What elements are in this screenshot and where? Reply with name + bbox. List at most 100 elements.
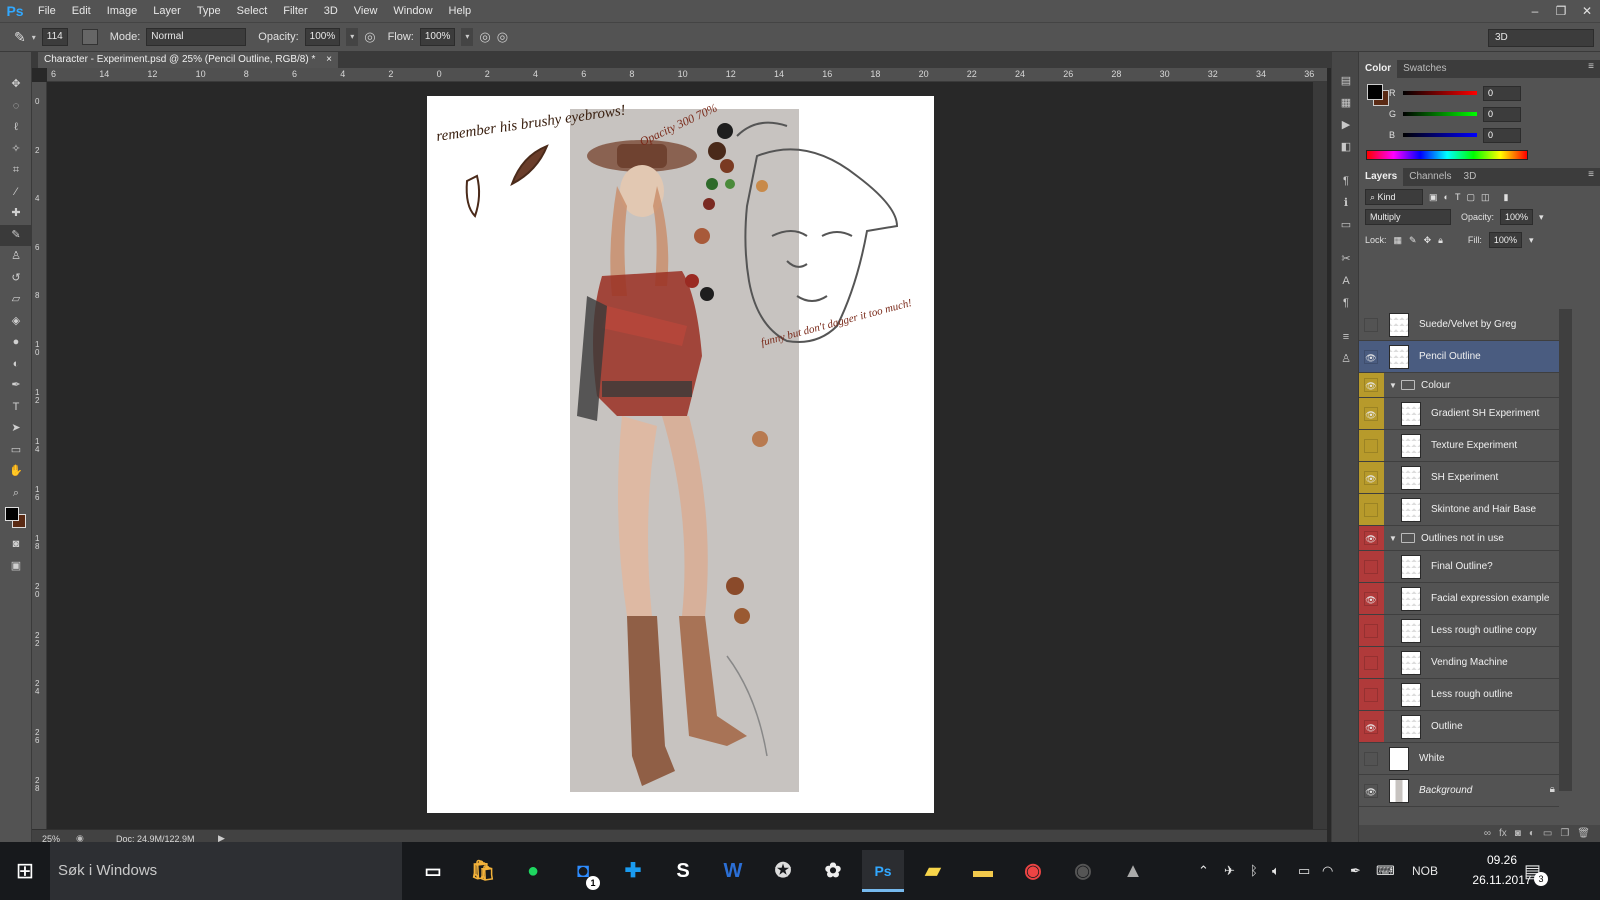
skype-icon[interactable]: S <box>662 850 704 892</box>
pressure-opacity-icon[interactable]: ◎ <box>364 29 375 45</box>
menu-view[interactable]: View <box>346 5 386 17</box>
layer-thumbnail[interactable] <box>1401 434 1421 458</box>
close-button[interactable]: ✕ <box>1574 0 1600 22</box>
lock-transparent-icon[interactable]: ▦ <box>1394 235 1403 246</box>
document-tab[interactable]: Character - Experiment.psd @ 25% (Pencil… <box>38 52 338 68</box>
canvas-vertical-scrollbar[interactable] <box>1313 82 1327 837</box>
layer-thumbnail[interactable] <box>1401 402 1421 426</box>
layer-row[interactable]: 👁︎ Texture Experiment <box>1359 430 1559 462</box>
layer-name[interactable]: Outline <box>1431 711 1463 743</box>
shape-tool-icon[interactable]: ▭ <box>0 440 32 462</box>
layer-thumbnail[interactable] <box>1389 345 1409 369</box>
brush-preset-picker[interactable]: ▾ <box>32 33 36 42</box>
zoom-tool-icon[interactable]: ⌕ <box>0 483 32 505</box>
layer-group-row[interactable]: 👁︎ ▼ Outlines not in use <box>1359 526 1559 551</box>
marquee-tool-icon[interactable]: ◌ <box>0 96 32 118</box>
layer-visibility-eye-icon[interactable]: 👁︎ <box>1364 655 1378 670</box>
photos-icon[interactable]: ▲ <box>1112 850 1154 892</box>
layer-visibility-eye-icon[interactable]: 👁︎ <box>1364 559 1378 574</box>
document-tab-close[interactable]: × <box>326 54 332 65</box>
layer-thumbnail[interactable] <box>1401 555 1421 579</box>
task-view-icon[interactable]: ▭ <box>412 850 454 892</box>
layer-name[interactable]: Skintone and Hair Base <box>1431 494 1536 526</box>
layer-thumbnail[interactable] <box>1401 466 1421 490</box>
green-value[interactable]: 0 <box>1483 106 1521 122</box>
layer-kind-filter[interactable]: ⌕ Kind <box>1365 189 1423 205</box>
clone-source-icon[interactable]: ♙ <box>1332 348 1360 370</box>
flow-field[interactable]: 100% <box>419 28 456 46</box>
properties-panel-icon[interactable]: ▦ <box>1332 92 1360 114</box>
type-filter-icon[interactable]: T <box>1455 192 1461 202</box>
layer-thumbnail[interactable] <box>1389 747 1409 771</box>
menu-select[interactable]: Select <box>229 5 276 17</box>
layer-row[interactable]: 👁︎ Vending Machine <box>1359 647 1559 679</box>
windows-start-icon[interactable]: ⊞ <box>0 842 50 900</box>
layer-name[interactable]: Facial expression example <box>1431 583 1549 615</box>
lock-image-icon[interactable]: ✎ <box>1409 235 1417 246</box>
layer-visibility-eye-icon[interactable]: 👁︎ <box>1364 502 1378 517</box>
tab-color[interactable]: Color <box>1359 60 1398 78</box>
layer-row[interactable]: 👁︎ Background 🔒︎ <box>1359 775 1559 807</box>
messenger-icon[interactable]: ◘ 1 <box>562 850 604 892</box>
layer-visibility-eye-icon[interactable]: 👁︎ <box>1364 531 1378 545</box>
lock-all-icon[interactable]: 🔒︎ <box>1438 235 1443 246</box>
path-select-tool-icon[interactable]: ➤ <box>0 418 32 440</box>
layer-visibility-eye-icon[interactable]: 👁︎ <box>1364 349 1378 364</box>
layer-name[interactable]: Texture Experiment <box>1431 430 1517 462</box>
layer-visibility-eye-icon[interactable]: 👁︎ <box>1364 378 1378 392</box>
layer-row[interactable]: 👁︎ Gradient SH Experiment <box>1359 398 1559 430</box>
eyedropper-tool-icon[interactable]: ⁄ <box>0 182 32 204</box>
language-indicator[interactable]: NOB <box>1412 842 1438 900</box>
pressure-size-icon[interactable]: ◎ <box>497 29 508 45</box>
app-icon-mask[interactable]: ✪ <box>762 850 804 892</box>
layer-row[interactable]: 👁︎ Final Outline? <box>1359 551 1559 583</box>
opacity-dropdown[interactable]: ▾ <box>346 28 359 46</box>
group-expand-icon[interactable]: ▼ <box>1389 381 1397 390</box>
foreground-color-swatch[interactable] <box>5 507 19 521</box>
smart-object-filter-icon[interactable]: ◫ <box>1481 192 1490 203</box>
pixel-filter-icon[interactable]: ▣ <box>1429 192 1438 203</box>
menu-edit[interactable]: Edit <box>64 5 99 17</box>
brush-settings-icon[interactable]: ≡ <box>1332 326 1360 348</box>
menu-3d[interactable]: 3D <box>316 5 346 17</box>
menu-help[interactable]: Help <box>441 5 480 17</box>
layer-name[interactable]: Less rough outline <box>1431 679 1513 711</box>
adjustments-panel-icon[interactable]: ◧ <box>1332 136 1360 158</box>
layer-visibility-eye-icon[interactable]: 👁︎ <box>1364 719 1378 734</box>
healing-brush-tool-icon[interactable]: ✚ <box>0 203 32 225</box>
history-brush-tool-icon[interactable]: ↺ <box>0 268 32 290</box>
layer-opacity-field[interactable]: 100% <box>1500 209 1534 225</box>
brush-tool-icon[interactable]: ✎ <box>14 29 26 46</box>
layer-name[interactable]: Gradient SH Experiment <box>1431 398 1539 430</box>
brush-tool-icon[interactable]: ✎ <box>0 224 32 246</box>
new-group-icon[interactable]: ▭ <box>1543 828 1552 839</box>
blue-value[interactable]: 0 <box>1483 127 1521 143</box>
character-panel-icon[interactable]: A <box>1332 270 1360 292</box>
tab-channels[interactable]: Channels <box>1403 168 1457 186</box>
canvas-area[interactable]: remember his brushy eyebrows! Opacity 30… <box>47 82 1313 837</box>
color-fg-swatch[interactable] <box>1367 84 1383 100</box>
photoshop-taskbar-icon[interactable]: Ps <box>862 850 904 892</box>
layer-row[interactable]: 👁︎ Facial expression example <box>1359 583 1559 615</box>
airbrush-icon[interactable]: ◎ <box>479 29 490 45</box>
clone-stamp-tool-icon[interactable]: ♙ <box>0 246 32 268</box>
red-slider[interactable] <box>1403 91 1477 95</box>
layer-name[interactable]: Less rough outline copy <box>1431 615 1537 647</box>
brush-size-field[interactable]: 114 <box>41 28 68 46</box>
shape-filter-icon[interactable]: ▢ <box>1466 192 1475 203</box>
spotify-icon[interactable]: ● <box>512 850 554 892</box>
layer-row[interactable]: 👁︎ Suede/Velvet by Greg <box>1359 309 1559 341</box>
layer-thumbnail[interactable] <box>1401 683 1421 707</box>
keyboard-icon[interactable]: ⌨ <box>1376 842 1395 900</box>
layer-visibility-eye-icon[interactable]: 👁︎ <box>1364 591 1378 606</box>
blue-slider[interactable] <box>1403 133 1477 137</box>
layer-row[interactable]: 👁︎ Less rough outline <box>1359 679 1559 711</box>
type-tool-icon[interactable]: T <box>0 397 32 419</box>
notes-panel-icon[interactable]: ▭ <box>1332 214 1360 236</box>
menu-file[interactable]: File <box>30 5 64 17</box>
pen-icon[interactable]: ✒ <box>1350 842 1361 900</box>
taskbar-search[interactable]: Søk i Windows <box>50 842 402 900</box>
layers-scrollbar[interactable] <box>1559 309 1572 791</box>
crop-tool-icon[interactable]: ⌗ <box>0 160 32 182</box>
quick-mask-icon[interactable]: ◙ <box>0 534 32 556</box>
